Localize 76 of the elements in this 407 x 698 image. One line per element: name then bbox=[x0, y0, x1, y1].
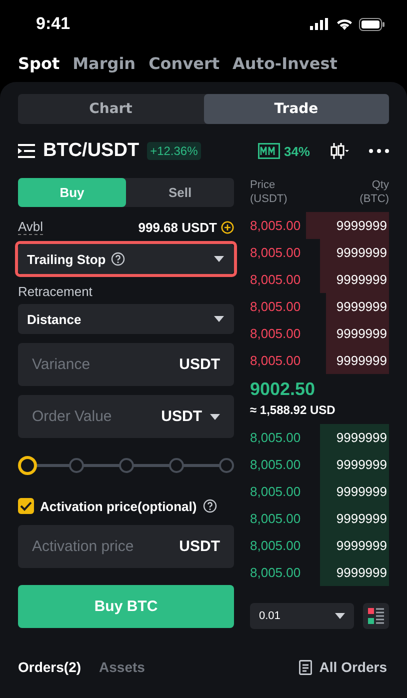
help-icon[interactable] bbox=[110, 252, 125, 266]
side-tab[interactable]: Sell bbox=[126, 178, 234, 207]
order-price: 8,005.00 bbox=[250, 353, 301, 368]
candlestick-icon[interactable] bbox=[330, 142, 349, 160]
battery-icon bbox=[359, 18, 385, 30]
order-price: 8,005.00 bbox=[250, 538, 301, 553]
help-icon[interactable] bbox=[202, 499, 217, 513]
market-tab[interactable]: Convert bbox=[148, 54, 220, 82]
order-qty: 9999999 bbox=[336, 353, 388, 368]
orders-tab[interactable]: Assets bbox=[99, 659, 145, 675]
checkbox[interactable] bbox=[18, 498, 34, 514]
order-price: 8,005.00 bbox=[250, 299, 301, 314]
wifi-icon bbox=[336, 18, 353, 30]
more-icon[interactable] bbox=[369, 149, 389, 153]
signal-icon bbox=[310, 18, 330, 30]
order-price: 8,005.00 bbox=[250, 245, 301, 260]
caret-icon[interactable] bbox=[214, 316, 224, 322]
market-tab[interactable]: Auto-Invest bbox=[232, 54, 338, 82]
order-price: 8,005.00 bbox=[250, 326, 301, 341]
order-qty: 9999999 bbox=[336, 218, 388, 233]
last-price: 9002.50 bbox=[250, 379, 316, 400]
order-qty: 9999999 bbox=[336, 245, 388, 260]
market-tab[interactable]: Margin bbox=[72, 54, 136, 82]
mm-icon bbox=[258, 143, 280, 159]
add-icon[interactable] bbox=[221, 220, 234, 234]
book-layout-icon[interactable] bbox=[363, 603, 389, 629]
order-price: 8,005.00 bbox=[250, 272, 301, 287]
status-time: 9:41 bbox=[36, 14, 70, 34]
order-price: 8,005.00 bbox=[250, 484, 301, 499]
depth-bar bbox=[320, 424, 389, 451]
order-qty: 9999999 bbox=[336, 299, 388, 314]
pair-symbol[interactable]: BTC/USDT bbox=[43, 140, 140, 162]
caret-icon[interactable] bbox=[335, 613, 345, 619]
unit-label: USDT bbox=[179, 538, 220, 555]
price-change-badge: +12.36% bbox=[147, 142, 201, 160]
precision-value: 0.01 bbox=[259, 610, 280, 622]
order-qty: 9999999 bbox=[336, 484, 388, 499]
all-orders-link[interactable]: All Orders bbox=[319, 659, 387, 675]
activation-label: Activation price(optional) bbox=[40, 498, 197, 514]
order-price: 8,005.00 bbox=[250, 565, 301, 580]
precision-dropdown[interactable]: 0.01 bbox=[250, 603, 354, 629]
view-tab[interactable]: Trade bbox=[204, 94, 389, 124]
last-price-usd: ≈ 1,588.92 USD bbox=[250, 403, 336, 417]
price-column-header: Price (USDT) bbox=[250, 178, 288, 205]
order-price: 8,005.00 bbox=[250, 511, 301, 526]
depth-bar bbox=[326, 347, 389, 374]
margin-ratio: 34% bbox=[284, 144, 310, 158]
retracement-value: Distance bbox=[27, 312, 82, 326]
depth-bar bbox=[320, 559, 389, 586]
unit-label: USDT bbox=[179, 356, 220, 373]
order-price: 8,005.00 bbox=[250, 457, 301, 472]
orders-tab[interactable]: Orders(2) bbox=[18, 659, 82, 675]
caret-icon[interactable] bbox=[210, 414, 220, 420]
retracement-dropdown[interactable]: Distance bbox=[18, 304, 234, 334]
order-qty: 9999999 bbox=[336, 326, 388, 341]
order-price: 8,005.00 bbox=[250, 218, 301, 233]
market-tab[interactable]: Spot bbox=[18, 54, 60, 82]
order-price: 8,005.00 bbox=[250, 430, 301, 445]
slider-thumb[interactable] bbox=[18, 456, 37, 474]
unit-label[interactable]: USDT bbox=[161, 408, 202, 425]
menu-icon[interactable] bbox=[18, 144, 35, 158]
available-label: Avbl bbox=[18, 219, 44, 235]
order-qty: 9999999 bbox=[336, 430, 388, 445]
view-tab[interactable]: Chart bbox=[18, 94, 204, 124]
order-qty: 9999999 bbox=[336, 457, 388, 472]
order-qty: 9999999 bbox=[336, 511, 388, 526]
caret-icon[interactable] bbox=[214, 256, 224, 262]
document-icon[interactable] bbox=[299, 660, 312, 674]
retracement-label: Retracement bbox=[18, 284, 94, 301]
qty-column-header: Qty (BTC) bbox=[360, 178, 389, 205]
order-qty: 9999999 bbox=[336, 272, 388, 287]
order-qty: 9999999 bbox=[336, 565, 388, 580]
order-qty: 9999999 bbox=[336, 538, 388, 553]
order-type-value: Trailing Stop bbox=[27, 252, 106, 266]
available-balance: 999.68 USDT bbox=[138, 220, 217, 234]
order-type-dropdown[interactable]: Trailing Stop bbox=[18, 244, 234, 274]
